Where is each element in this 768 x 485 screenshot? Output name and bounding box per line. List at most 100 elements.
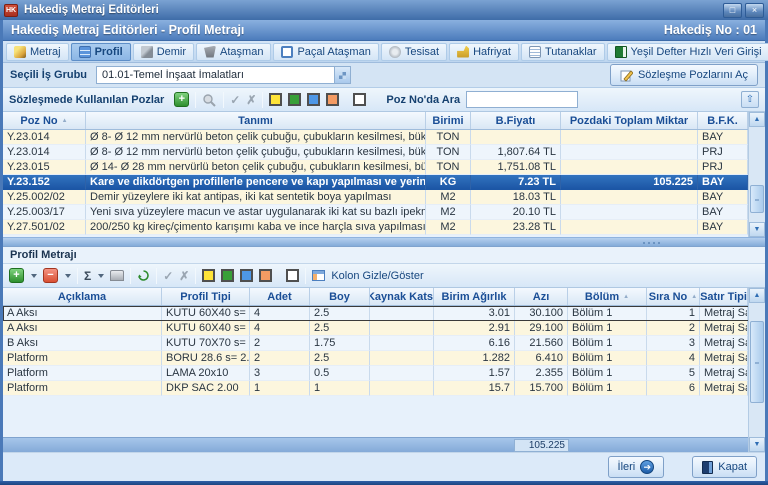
is-grubu-combo[interactable]: 01.01-Temel İnşaat İmalatları: [96, 66, 351, 84]
table-row[interactable]: Y.25.003/17Yeni sıva yüzeylere macun ve …: [3, 205, 765, 220]
color-filter-white[interactable]: [286, 269, 299, 282]
up-arrow-button[interactable]: ⇧: [741, 91, 759, 108]
print-button[interactable]: [110, 270, 124, 281]
ileri-label: İleri: [618, 461, 636, 473]
column-label: Satır Tipi: [700, 291, 747, 303]
cell-azi: 15.700: [515, 381, 568, 396]
atasman-icon: [204, 46, 216, 58]
maximize-button[interactable]: □: [723, 3, 742, 18]
cell-profil-tipi: KUTU 60X40 s= 2 mm: [162, 321, 250, 336]
cell-satir-tipi: Metraj Satırı: [700, 336, 748, 351]
cell-b-fiyati: 20.10 TL: [471, 205, 561, 220]
metraj-grid-body: A AksıKUTU 60X40 s= 2 mm42.53.0130.100Bö…: [3, 306, 765, 437]
column-header-poz-no[interactable]: Poz No▲: [3, 112, 86, 129]
table-row[interactable]: Y.23.014Ø 8- Ø 12 mm nervürlü beton çeli…: [3, 145, 765, 160]
add-caret-icon[interactable]: [31, 274, 37, 278]
color-filter-blue[interactable]: [240, 269, 253, 282]
table-row[interactable]: B AksıKUTU 70X70 s= 3 mm21.756.1621.560B…: [3, 336, 765, 351]
scroll-up-arrow[interactable]: ▲: [749, 112, 765, 127]
table-row[interactable]: Y.27.501/02200/250 kg kireç/çimento karı…: [3, 220, 765, 235]
color-filter-yellow[interactable]: [202, 269, 215, 282]
upper-scrollbar[interactable]: ▲ ▼: [748, 112, 765, 237]
column-header-birimi[interactable]: Birimi: [426, 112, 471, 129]
table-row[interactable]: PlatformBORU 28.6 s= 2.022.51.2826.410Bö…: [3, 351, 765, 366]
color-filter-orange[interactable]: [326, 93, 339, 106]
column-header-birim-agirlik[interactable]: Birim Ağırlık: [434, 288, 515, 305]
scroll-thumb[interactable]: [750, 185, 764, 213]
scroll-up-arrow[interactable]: ▲: [749, 288, 765, 303]
kapat-button[interactable]: Kapat: [692, 456, 757, 478]
tab-hafriyat[interactable]: Hafriyat: [449, 43, 519, 61]
tab-profil[interactable]: Profil: [71, 43, 131, 61]
cell-birim-agirlik: 3.01: [434, 306, 515, 321]
table-row[interactable]: PlatformDKP SAC 2.001115.715.700Bölüm 16…: [3, 381, 765, 396]
poz-search-input[interactable]: [466, 91, 578, 108]
table-row[interactable]: Y.23.014Ø 8- Ø 12 mm nervürlü beton çeli…: [3, 130, 765, 145]
scroll-track[interactable]: [749, 127, 765, 222]
column-header-pozdaki-toplam-miktar[interactable]: Pozdaki Toplam Miktar: [561, 112, 698, 129]
table-row[interactable]: A AksıKUTU 60X40 s= 2 mm42.52.9129.100Bö…: [3, 321, 765, 336]
column-header-tanimi[interactable]: Tanımı: [86, 112, 426, 129]
column-header-kaynak-kats[interactable]: Kaynak Kats.: [370, 288, 434, 305]
scroll-thumb[interactable]: [750, 321, 764, 403]
sum-button[interactable]: Σ: [84, 269, 91, 283]
ileri-button[interactable]: İleri ➔: [608, 456, 665, 478]
table-row[interactable]: Y.25.002/02Demir yüzeylere iki kat antip…: [3, 190, 765, 205]
splitter[interactable]: [3, 237, 765, 247]
cell-adet: 2: [250, 336, 310, 351]
scroll-down-arrow[interactable]: ▼: [749, 437, 765, 452]
sozlesme-pozlarini-ac-button[interactable]: Sözleşme Pozlarını Aç: [610, 64, 758, 86]
cancel-button[interactable]: ✗: [246, 93, 256, 107]
lookup-icon[interactable]: [202, 93, 217, 107]
combo-dropdown-button[interactable]: [334, 67, 350, 83]
remove-row-button[interactable]: −: [43, 268, 58, 283]
add-row-button[interactable]: +: [9, 268, 24, 283]
column-header-bolum[interactable]: Bölüm▲: [568, 288, 647, 305]
tab-tesisat[interactable]: Tesisat: [381, 43, 447, 61]
column-header-adet[interactable]: Adet: [250, 288, 310, 305]
column-header-bfk[interactable]: B.F.K.: [698, 112, 748, 129]
tab-pa-al-ata-man[interactable]: Paçal Ataşman: [273, 43, 378, 61]
color-filter-green[interactable]: [288, 93, 301, 106]
color-filter-white[interactable]: [353, 93, 366, 106]
color-filter-yellow[interactable]: [269, 93, 282, 106]
table-row[interactable]: A AksıKUTU 60X40 s= 2 mm42.53.0130.100Bö…: [3, 306, 765, 321]
table-row[interactable]: Y.23.015Ø 14- Ø 28 mm nervürlü beton çel…: [3, 160, 765, 175]
column-header-b-fiyati[interactable]: B.Fiyatı: [471, 112, 561, 129]
tab-ye-il-defter-h-zl-veri-giri-i[interactable]: Yeşil Defter Hızlı Veri Girişi: [607, 43, 768, 61]
color-filter-orange[interactable]: [259, 269, 272, 282]
refresh-icon[interactable]: [137, 269, 150, 282]
column-header-satir-tipi[interactable]: Satır Tipi: [700, 288, 748, 305]
cell-poz-no: Y.25.002/02: [3, 190, 86, 205]
remove-caret-icon[interactable]: [65, 274, 71, 278]
add-poz-button[interactable]: +: [174, 92, 189, 107]
tab-metraj[interactable]: Metraj: [6, 43, 69, 61]
column-header-aciklama[interactable]: Açıklama: [3, 288, 162, 305]
sum-caret-icon[interactable]: [98, 274, 104, 278]
cell-poz-no: Y.27.501/02: [3, 220, 86, 235]
tab-tutanaklar[interactable]: Tutanaklar: [521, 43, 605, 61]
tab-ata-man[interactable]: Ataşman: [196, 43, 271, 61]
table-row[interactable]: PlatformLAMA 20x1030.51.572.355Bölüm 15M…: [3, 366, 765, 381]
scroll-down-arrow[interactable]: ▼: [749, 222, 765, 237]
scroll-track[interactable]: [749, 303, 765, 437]
tab-demir[interactable]: Demir: [133, 43, 194, 61]
column-header-boy[interactable]: Boy: [310, 288, 370, 305]
table-row[interactable]: Y.23.152Kare ve dikdörtgen profillerle p…: [3, 175, 765, 190]
color-filter-blue[interactable]: [307, 93, 320, 106]
apply-button[interactable]: ✓: [230, 93, 240, 107]
lower-scrollbar[interactable]: ▲ ▼: [748, 288, 765, 452]
color-filter-green[interactable]: [221, 269, 234, 282]
apply-row-button[interactable]: ✓: [163, 269, 173, 283]
column-header-profil-tipi[interactable]: Profil Tipi: [162, 288, 250, 305]
titlebar: HK Hakediş Metraj Editörleri □ ×: [0, 0, 768, 20]
cell-pozdaki-toplam-miktar: [561, 130, 698, 145]
close-button[interactable]: ×: [745, 3, 764, 18]
cancel-row-button[interactable]: ✗: [179, 269, 189, 283]
tab-label: Tutanaklar: [545, 46, 597, 58]
kolon-gizle-button[interactable]: Kolon Gizle/Göster: [331, 270, 423, 282]
column-header-azi[interactable]: Azı: [515, 288, 568, 305]
app-icon: HK: [4, 4, 18, 17]
cell-birim-agirlik: 6.16: [434, 336, 515, 351]
column-header-sira-no[interactable]: Sıra No▲: [647, 288, 700, 305]
